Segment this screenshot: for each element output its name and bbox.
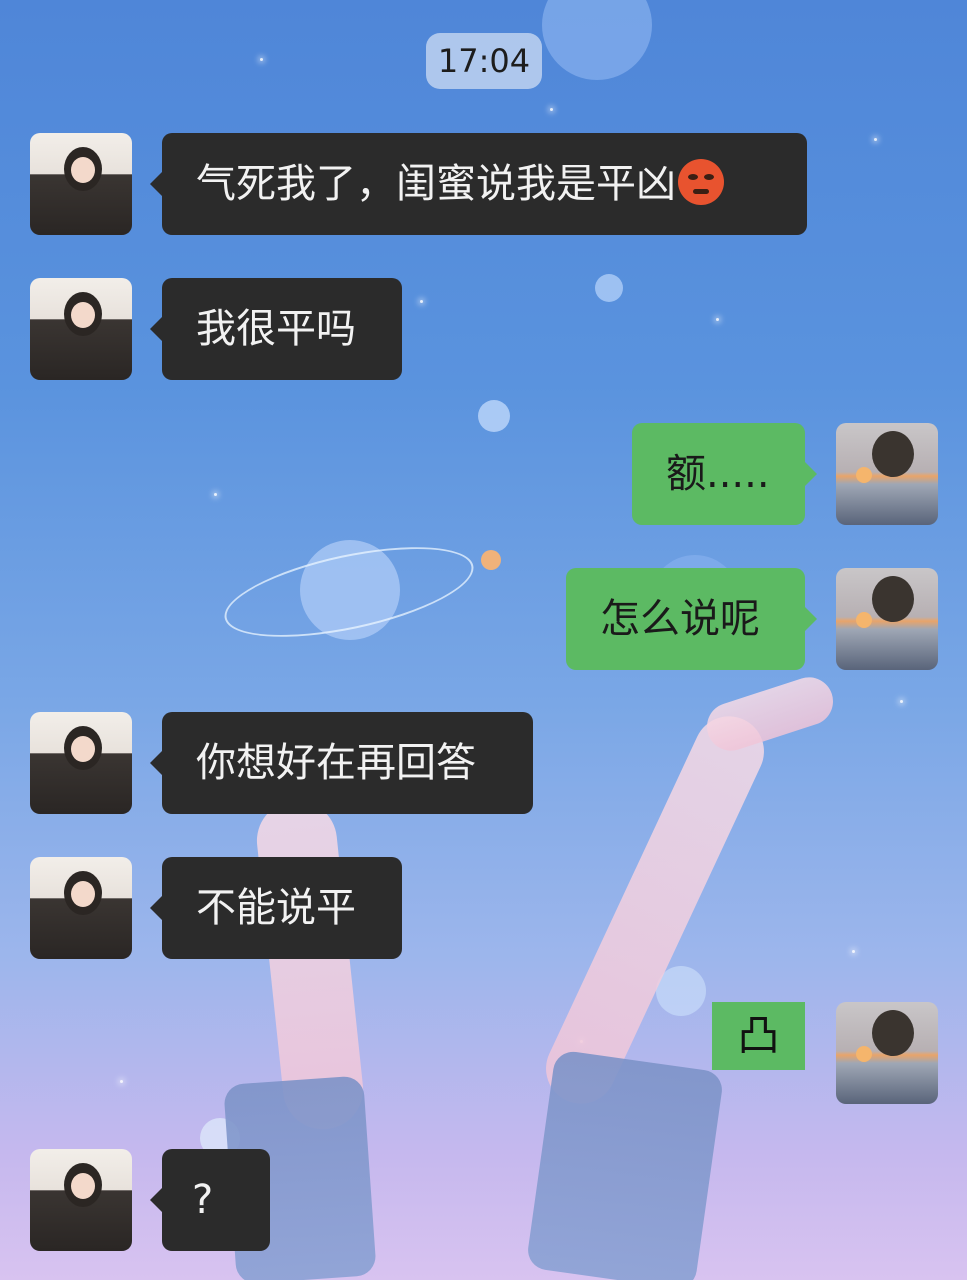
message-bubble[interactable]: 气死我了，闺蜜说我是平凶: [150, 133, 807, 235]
message-text: 你想好在再回答: [196, 740, 476, 786]
friend-avatar[interactable]: [30, 133, 132, 235]
message-bubble[interactable]: 我很平吗: [150, 278, 402, 380]
my-avatar[interactable]: [836, 423, 938, 525]
message-text: 怎么说呢: [600, 596, 760, 642]
friend-avatar[interactable]: [30, 712, 132, 814]
message-bubble[interactable]: 不能说平: [150, 857, 402, 959]
friend-avatar[interactable]: [30, 1149, 132, 1251]
message-timestamp: 17:04: [426, 33, 542, 89]
my-avatar[interactable]: [836, 1002, 938, 1104]
message-bubble[interactable]: 怎么说呢: [566, 568, 817, 670]
friend-avatar[interactable]: [30, 278, 132, 380]
sticker-text: 凸: [737, 1011, 780, 1060]
angry-face-icon: [678, 159, 724, 205]
my-avatar[interactable]: [836, 568, 938, 670]
message-bubble[interactable]: ?: [150, 1149, 270, 1251]
message-text: 气死我了，闺蜜说我是平凶: [196, 161, 676, 207]
message-text: 不能说平: [196, 885, 356, 931]
message-text: ?: [192, 1177, 214, 1223]
sticker-message[interactable]: 凸: [712, 1002, 805, 1070]
message-text: 额.....: [666, 451, 770, 497]
message-bubble[interactable]: 额.....: [632, 423, 817, 525]
message-text: 我很平吗: [196, 306, 356, 352]
friend-avatar[interactable]: [30, 857, 132, 959]
message-bubble[interactable]: 你想好在再回答: [150, 712, 533, 814]
